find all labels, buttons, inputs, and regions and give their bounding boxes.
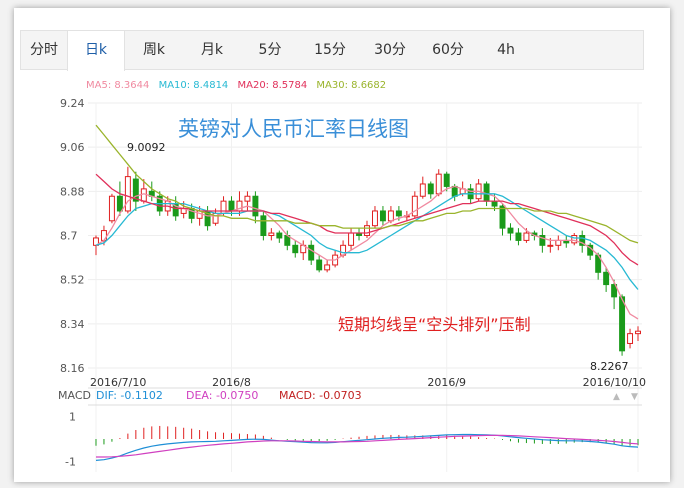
- x-tick-label: 2016/9: [427, 376, 466, 389]
- x-tick-label: 2016/10/10: [583, 376, 646, 389]
- candle-body: [324, 264, 331, 271]
- candle-body: [451, 185, 458, 197]
- low-value-label: 8.2267: [590, 360, 629, 373]
- candle-body: [372, 210, 378, 227]
- candle-body: [491, 200, 498, 207]
- y-tick-label: 9.06: [60, 141, 85, 154]
- macd-y-tick: -1: [65, 456, 76, 469]
- candle-body: [547, 244, 554, 247]
- candle-body: [619, 296, 626, 352]
- candle-body: [108, 195, 115, 222]
- macd-title: MACD: [58, 389, 91, 402]
- scroll-down-icon[interactable]: ▼: [631, 392, 638, 402]
- candle-body: [228, 200, 235, 212]
- candle-body: [308, 244, 315, 261]
- candle-body: [252, 195, 259, 217]
- candle-body: [276, 232, 283, 239]
- candle-body: [387, 210, 394, 222]
- chart-annotation: 短期均线呈“空头排列”压制: [338, 315, 531, 334]
- ma-line-ma5: [95, 185, 639, 320]
- high-value-label: 9.0092: [127, 141, 166, 154]
- candle-body: [411, 195, 418, 217]
- candle-body: [116, 195, 123, 212]
- macd-y-tick: 1: [69, 411, 76, 424]
- candle-body: [379, 210, 386, 222]
- y-tick-label: 8.34: [60, 318, 85, 331]
- candle-body: [348, 232, 355, 246]
- candle-body: [124, 176, 131, 212]
- macd-dea-label: DEA: -0.0750: [186, 389, 258, 402]
- macd-value-label: MACD: -0.0703: [279, 389, 362, 402]
- candle-body: [443, 173, 450, 187]
- y-tick-label: 8.16: [60, 362, 85, 375]
- y-tick-label: 8.7: [60, 230, 78, 243]
- candle-body: [260, 215, 267, 237]
- y-tick-label: 8.52: [60, 274, 85, 287]
- candle-body: [571, 235, 578, 244]
- macd-dif-label: DIF: -0.1102: [96, 389, 163, 402]
- scroll-up-icon[interactable]: ▲: [613, 392, 620, 402]
- candle-body: [395, 210, 402, 217]
- kline-chart[interactable]: 9.24 9.06 8.88 8.7 8.52 8.34 8.16 2016/7/10 2016…: [0, 0, 684, 488]
- ma-line-ma20: [95, 173, 639, 266]
- candle-body: [499, 205, 506, 229]
- candle-body: [364, 225, 370, 236]
- candle-body: [483, 183, 490, 202]
- y-tick-label: 8.88: [60, 185, 85, 198]
- candle-body: [419, 183, 426, 197]
- x-tick-label: 2016/7/10: [90, 376, 146, 389]
- candle-body: [427, 183, 434, 195]
- candle-body: [244, 195, 251, 202]
- candle-body: [140, 188, 147, 202]
- candle-body: [523, 232, 530, 241]
- candle-body: [555, 239, 562, 246]
- chart-title: 英镑对人民币汇率日线图: [178, 117, 409, 141]
- x-tick-label: 2016/8: [212, 376, 251, 389]
- candle-body: [292, 244, 299, 254]
- candle-body: [435, 173, 442, 195]
- candle-body: [316, 259, 323, 271]
- candle-body: [635, 330, 641, 335]
- candle-body: [507, 227, 514, 234]
- y-tick-label: 9.24: [60, 97, 85, 110]
- candle-body: [627, 333, 634, 344]
- candle-body: [603, 271, 610, 286]
- candle-body: [515, 232, 522, 241]
- candle-body: [268, 232, 275, 236]
